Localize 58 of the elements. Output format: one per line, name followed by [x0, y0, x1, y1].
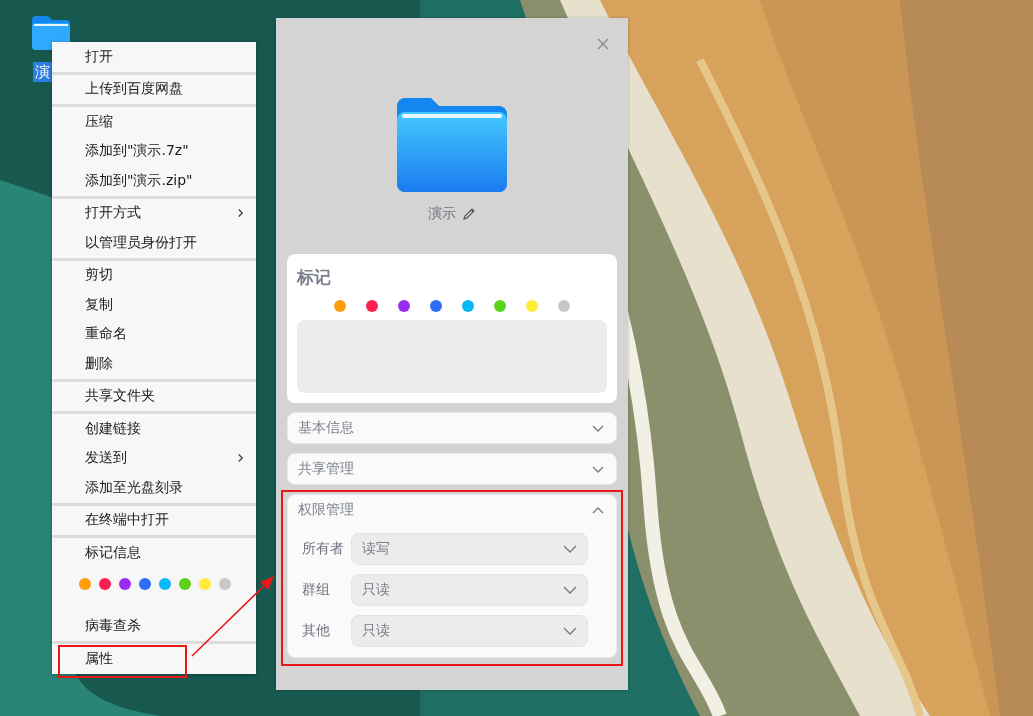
- tag-color-dot[interactable]: [366, 300, 378, 312]
- tag-color-dot[interactable]: [462, 300, 474, 312]
- chevron-down-icon: [592, 423, 604, 433]
- tag-color-dot[interactable]: [558, 300, 570, 312]
- menu-item[interactable]: 病毒查杀: [52, 611, 256, 641]
- menu-item[interactable]: 压缩: [52, 107, 256, 137]
- section-header[interactable]: 权限管理: [288, 495, 616, 525]
- menu-item[interactable]: 以管理员身份打开: [52, 228, 256, 258]
- tag-color-dot[interactable]: [139, 577, 151, 590]
- section-title: 标记: [297, 266, 332, 289]
- menu-item[interactable]: 共享文件夹: [52, 381, 256, 411]
- menu-item[interactable]: 在终端中打开: [52, 505, 256, 535]
- menu-item[interactable]: 打开: [52, 42, 256, 72]
- close-icon[interactable]: [597, 38, 609, 50]
- tag-color-dot[interactable]: [99, 577, 111, 590]
- field-label: 其他: [302, 622, 331, 640]
- tag-color-dot[interactable]: [179, 577, 191, 590]
- tag-color-dot[interactable]: [159, 577, 171, 590]
- tag-color-dot[interactable]: [430, 300, 442, 312]
- tag-color-dot[interactable]: [79, 577, 91, 590]
- section-header[interactable]: 基本信息: [288, 413, 616, 443]
- menu-item[interactable]: 复制: [52, 290, 256, 320]
- tag-color-dot[interactable]: [334, 300, 346, 312]
- tag-color-dot[interactable]: [494, 300, 506, 312]
- tag-color-dot[interactable]: [398, 300, 410, 312]
- chevron-right-icon: [237, 208, 244, 219]
- field-label: 群组: [302, 581, 331, 599]
- menu-item[interactable]: 标记信息: [52, 538, 256, 568]
- menu-item[interactable]: 打开方式: [52, 198, 256, 228]
- tag-color-dot[interactable]: [526, 300, 538, 312]
- chevron-down-icon: [563, 585, 577, 595]
- chevron-down-icon: [592, 464, 604, 474]
- permission-dropdown[interactable]: 只读: [351, 574, 588, 606]
- icon-label: 演: [33, 62, 52, 82]
- chevron-right-icon: [237, 453, 244, 464]
- pencil-icon[interactable]: [462, 207, 476, 221]
- tag-color-dot[interactable]: [119, 577, 131, 590]
- permission-dropdown[interactable]: 读写: [351, 533, 588, 565]
- chevron-up-icon: [592, 505, 604, 515]
- menu-item[interactable]: 删除: [52, 349, 256, 379]
- section-header[interactable]: 共享管理: [288, 454, 616, 484]
- menu-item[interactable]: 添加至光盘刻录: [52, 473, 256, 503]
- chevron-down-icon: [563, 626, 577, 636]
- file-name: 演示: [428, 205, 456, 223]
- menu-item[interactable]: 剪切: [52, 260, 256, 290]
- menu-item[interactable]: 添加到"演示.zip": [52, 166, 256, 196]
- menu-item[interactable]: 属性: [52, 644, 256, 674]
- folder-icon: [397, 96, 507, 192]
- menu-item[interactable]: 创建链接: [52, 414, 256, 444]
- menu-item[interactable]: 发送到: [52, 443, 256, 473]
- chevron-down-icon: [563, 544, 577, 554]
- menu-item[interactable]: 添加到"演示.7z": [52, 136, 256, 166]
- menu-item[interactable]: 上传到百度网盘: [52, 74, 256, 104]
- menu-item[interactable]: 重命名: [52, 319, 256, 349]
- field-label: 所有者: [302, 540, 345, 558]
- tag-color-dot[interactable]: [199, 577, 211, 590]
- tag-color-dot[interactable]: [219, 577, 231, 590]
- permission-dropdown[interactable]: 只读: [351, 615, 588, 647]
